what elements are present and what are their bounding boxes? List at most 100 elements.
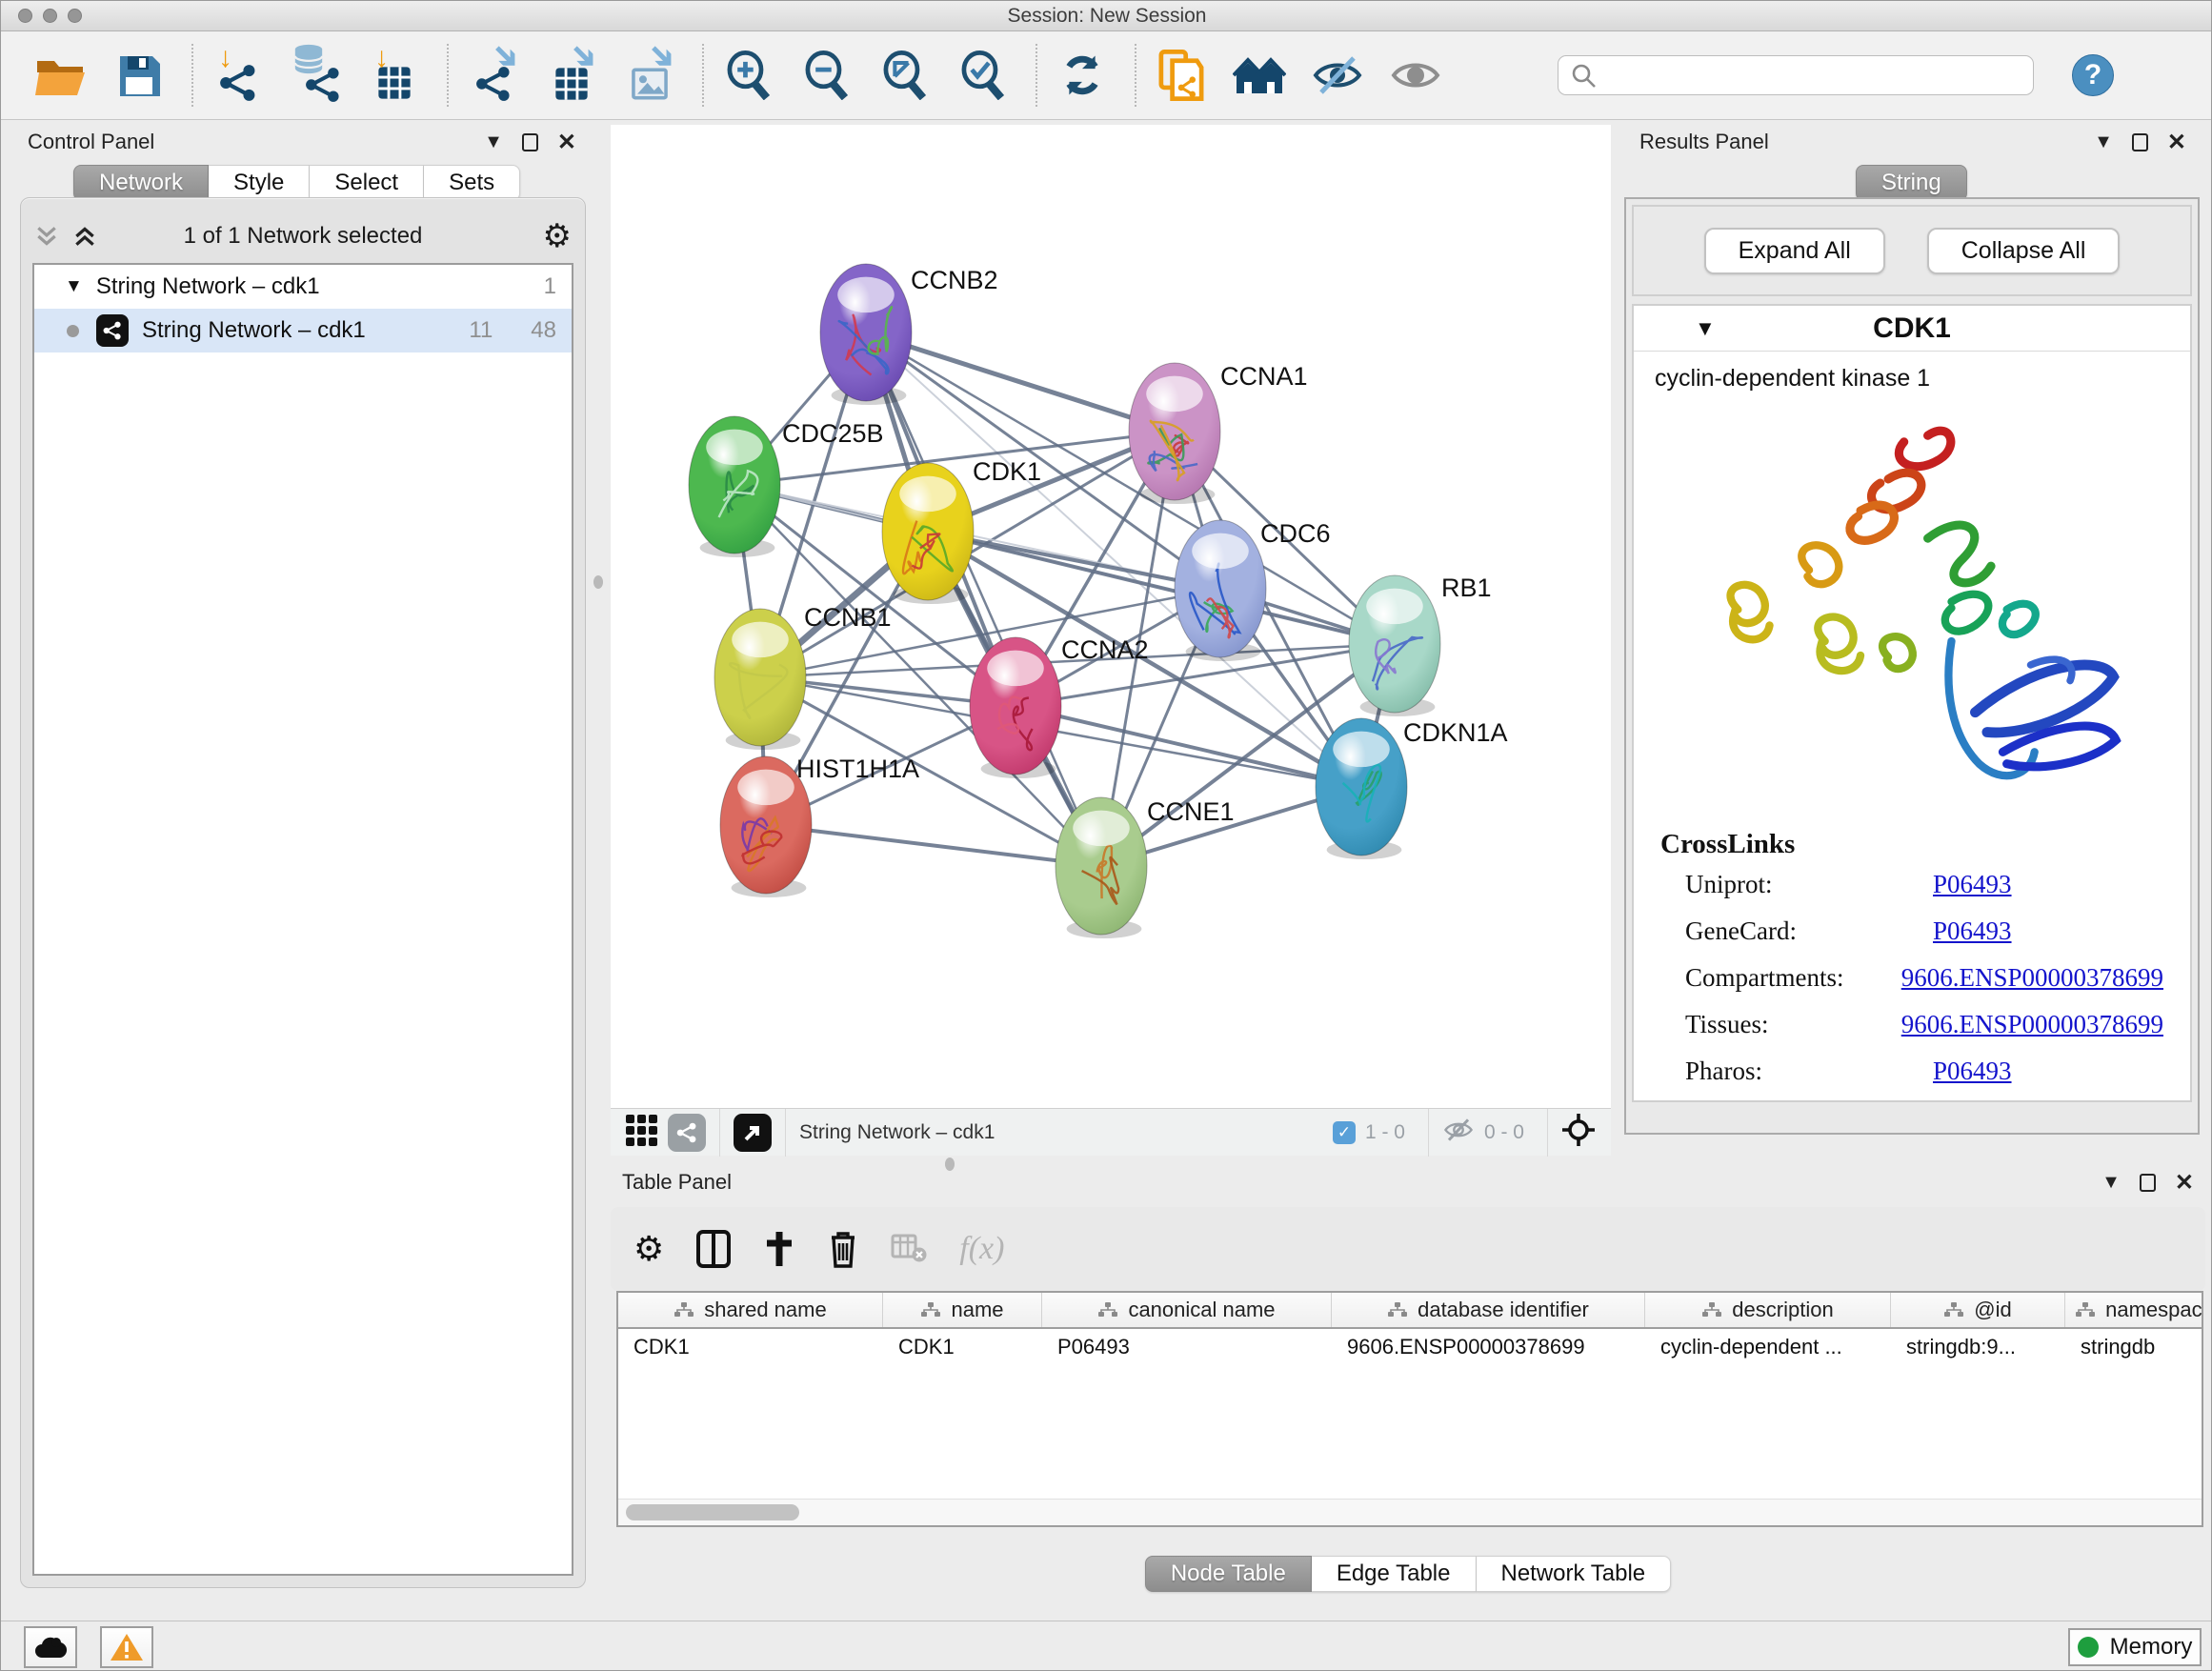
memory-button[interactable]: Memory [2068, 1628, 2202, 1666]
network-graph[interactable]: CCNB2CCNA1CDC25BCDK1CDC6RB1CCNB1CCNA2CDK… [611, 125, 1611, 1108]
show-columns-icon[interactable] [696, 1230, 731, 1268]
delete-column-icon[interactable] [828, 1230, 858, 1268]
tab-edge-table[interactable]: Edge Table [1312, 1556, 1477, 1592]
crosslink-link[interactable]: P06493 [1933, 916, 2012, 946]
table-cell[interactable]: CDK1 [883, 1329, 1042, 1365]
refresh-icon[interactable] [1055, 48, 1110, 103]
panel-float-icon[interactable] [2132, 133, 2148, 151]
zoom-selected-icon[interactable] [955, 48, 1011, 103]
results-panel-tab: String [1856, 165, 1967, 201]
network-node-ccna1[interactable]: CCNA1 [1129, 362, 1308, 504]
network-node-ccnb1[interactable]: CCNB1 [714, 603, 892, 750]
network-edge[interactable] [866, 332, 1175, 432]
title-bar: Session: New Session [1, 1, 2212, 31]
network-view-toolbar: String Network – cdk1 ✓ 1 - 0 0 - 0 [611, 1108, 1611, 1156]
table-cell[interactable]: 9606.ENSP00000378699 [1332, 1329, 1645, 1365]
panel-float-icon[interactable] [522, 133, 538, 151]
node-table[interactable]: shared namenamecanonical namedatabase id… [616, 1291, 2203, 1527]
column-header--id[interactable]: @id [1891, 1293, 2065, 1327]
network-canvas[interactable]: CCNB2CCNA1CDC25BCDK1CDC6RB1CCNB1CCNA2CDK… [611, 125, 1611, 1108]
table-cell[interactable]: CDK1 [618, 1329, 883, 1365]
selected-checkbox-icon[interactable]: ✓ [1333, 1121, 1356, 1144]
panel-close-icon[interactable]: ✕ [2167, 129, 2186, 156]
detach-view-icon[interactable] [734, 1114, 772, 1152]
birdseye-icon[interactable] [1561, 1113, 1596, 1152]
search-input[interactable] [1558, 55, 2034, 95]
table-cell[interactable]: P06493 [1042, 1329, 1332, 1365]
network-node-hist1h1a[interactable]: HIST1H1A [720, 755, 919, 897]
export-table-icon[interactable]: ➔ [544, 48, 599, 103]
crosslink-link[interactable]: 9606.ENSP00000378699 [1901, 963, 2163, 993]
network-node-ccnb2[interactable]: CCNB2 [820, 264, 998, 405]
export-image-icon[interactable]: ➔ [622, 48, 677, 103]
protein-card-header[interactable]: ▼ CDK1 [1634, 306, 2190, 352]
import-network-from-database-icon[interactable] [289, 48, 344, 103]
collapse-all-button[interactable]: Collapse All [1927, 228, 2121, 274]
create-column-icon[interactable] [763, 1230, 795, 1268]
table-row[interactable]: CDK1CDK1P064939606.ENSP00000378699cyclin… [618, 1329, 2202, 1365]
tab-node-table[interactable]: Node Table [1145, 1556, 1312, 1592]
panel-float-icon[interactable] [2140, 1174, 2156, 1192]
network-share-view-icon[interactable] [668, 1114, 706, 1152]
tab-network-table[interactable]: Network Table [1477, 1556, 1672, 1592]
expand-all-button[interactable]: Expand All [1704, 228, 1885, 274]
network-options-gear-icon[interactable]: ⚙ [543, 217, 572, 255]
crosslink-link[interactable]: P06493 [1933, 1057, 2012, 1086]
help-icon[interactable]: ? [2072, 54, 2114, 96]
scrollbar-thumb[interactable] [626, 1504, 799, 1520]
panel-menu-icon[interactable]: ▼ [484, 131, 503, 153]
open-session-icon[interactable] [33, 48, 89, 103]
tab-style[interactable]: Style [209, 165, 310, 201]
tab-sets[interactable]: Sets [424, 165, 520, 201]
column-header-name[interactable]: name [883, 1293, 1042, 1327]
horizontal-scrollbar[interactable] [618, 1499, 2202, 1525]
grid-view-icon[interactable] [624, 1113, 658, 1152]
network-collection-row[interactable]: ▼ String Network – cdk1 1 [34, 265, 572, 309]
panel-close-icon[interactable]: ✕ [2175, 1169, 2194, 1197]
column-header-database-identifier[interactable]: database identifier [1332, 1293, 1645, 1327]
network-node-cdc6[interactable]: CDC6 [1175, 519, 1331, 661]
network-node-rb1[interactable]: RB1 [1349, 574, 1492, 716]
zoom-in-icon[interactable] [721, 48, 776, 103]
tab-select[interactable]: Select [310, 165, 424, 201]
column-header-namespace[interactable]: namespace [2065, 1293, 2203, 1327]
column-header-shared-name[interactable]: shared name [618, 1293, 883, 1327]
table-cell[interactable]: stringdb [2065, 1329, 2203, 1365]
crosslink-link[interactable]: P06493 [1933, 870, 2012, 899]
table-options-gear-icon[interactable]: ⚙ [633, 1229, 664, 1269]
crosslink-link[interactable]: 9606.ENSP00000378699 [1901, 1010, 2163, 1039]
network-node-ccne1[interactable]: CCNE1 [1056, 797, 1235, 938]
cloud-button[interactable] [24, 1626, 77, 1668]
network-node-cdc25b[interactable]: CDC25B [689, 416, 884, 557]
table-cell[interactable]: cyclin-dependent ... [1645, 1329, 1891, 1365]
tab-network[interactable]: Network [73, 165, 209, 201]
warning-button[interactable] [100, 1626, 153, 1668]
column-header-canonical-name[interactable]: canonical name [1042, 1293, 1332, 1327]
network-row[interactable]: String Network – cdk1 11 48 [34, 309, 572, 352]
copy-network-icon[interactable] [1154, 48, 1209, 103]
network-edge[interactable] [928, 532, 1395, 644]
splitter-handle[interactable] [593, 575, 603, 589]
network-edge[interactable] [1016, 706, 1361, 787]
hide-selected-icon[interactable] [1310, 48, 1365, 103]
panel-menu-icon[interactable]: ▼ [2101, 1172, 2121, 1194]
zoom-fit-icon[interactable] [877, 48, 933, 103]
column-header-description[interactable]: description [1645, 1293, 1891, 1327]
table-cell[interactable]: stringdb:9... [1891, 1329, 2065, 1365]
panel-close-icon[interactable]: ✕ [557, 129, 576, 156]
node-label-ccne1: CCNE1 [1147, 797, 1235, 826]
home-icon[interactable] [1232, 48, 1287, 103]
save-session-icon[interactable] [111, 48, 167, 103]
network-node-ccna2[interactable]: CCNA2 [970, 635, 1149, 778]
zoom-out-icon[interactable] [799, 48, 855, 103]
collapse-section-icon[interactable]: ▼ [1695, 316, 1716, 341]
import-network-icon[interactable]: ↓ [211, 48, 266, 103]
import-table-icon[interactable]: ↓ [367, 48, 422, 103]
tree-expander-icon[interactable]: ▼ [65, 276, 83, 297]
tab-string[interactable]: String [1856, 165, 1967, 201]
network-node-cdkn1a[interactable]: CDKN1A [1316, 718, 1508, 859]
export-network-icon[interactable]: ➔ [466, 48, 521, 103]
network-edge[interactable] [766, 825, 1101, 866]
panel-menu-icon[interactable]: ▼ [2094, 131, 2113, 153]
show-all-icon[interactable] [1388, 48, 1443, 103]
